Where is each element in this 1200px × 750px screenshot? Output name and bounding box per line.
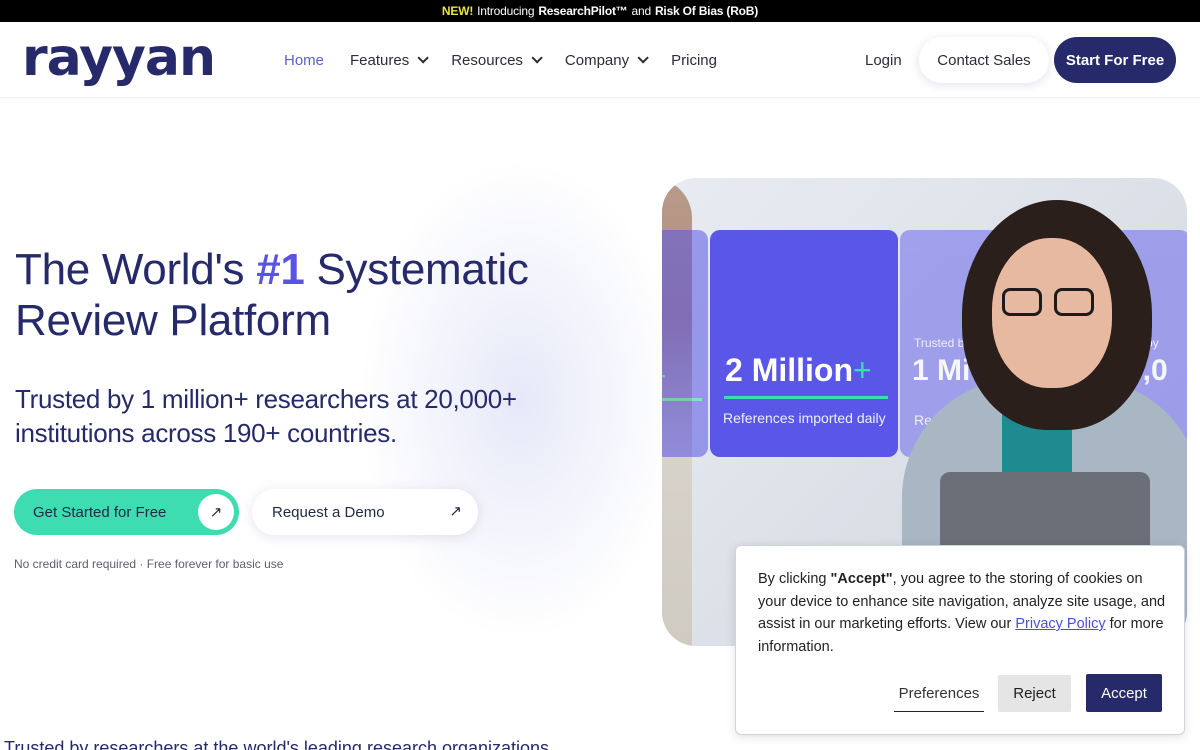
cookie-accept-button[interactable]: Accept	[1086, 674, 1162, 712]
hero-subtitle: Trusted by 1 million+ researchers at 20,…	[15, 384, 517, 448]
cookie-accept-quoted: "Accept"	[830, 571, 893, 587]
nav-home[interactable]: Home	[284, 52, 324, 69]
left-card-plus: +	[662, 358, 667, 395]
site-header: rayyan Home Features Resources Company P…	[0, 22, 1200, 98]
main-stat-number: 2 Million	[725, 352, 853, 388]
arrow-up-right-icon: ↗	[198, 494, 234, 530]
request-demo-label: Request a Demo	[272, 503, 385, 521]
announcement-intro: Introducing	[477, 4, 535, 18]
cookie-text-before: By clicking	[758, 571, 827, 587]
start-for-free-button[interactable]: Start For Free	[1054, 37, 1176, 83]
login-link[interactable]: Login	[865, 52, 902, 69]
chevron-down-icon	[637, 52, 649, 64]
main-stat-value: 2 Million+	[725, 352, 872, 389]
announcement-bar[interactable]: NEW! Introducing ResearchPilot™ and Risk…	[0, 0, 1200, 22]
main-stat-caption: References imported daily	[723, 410, 886, 426]
nav-home-label: Home	[284, 51, 325, 69]
hero-title-line2: Review Platform	[15, 296, 331, 345]
new-badge: NEW!	[441, 4, 474, 18]
page: NEW! Introducing ResearchPilot™ and Risk…	[0, 0, 1200, 750]
rayyan-logo[interactable]: rayyan	[22, 30, 216, 86]
arrow-up-right-icon: ↗	[449, 503, 462, 520]
chevron-down-icon	[531, 52, 543, 64]
glasses-right-lens	[1054, 288, 1094, 316]
nav-company-label: Company	[564, 51, 630, 69]
nav-company[interactable]: Company	[564, 51, 649, 69]
announcement-product-2: Risk Of Bias (RoB)	[654, 4, 759, 18]
main-card-underline	[724, 396, 888, 399]
nav-features[interactable]: Features	[350, 51, 429, 69]
privacy-policy-link[interactable]: Privacy Policy	[1015, 616, 1105, 632]
glasses-left-lens	[1002, 288, 1042, 316]
cookie-text: By clicking "Accept", you agree to the s…	[758, 568, 1168, 658]
nav-resources[interactable]: Resources	[451, 51, 543, 69]
main-stat-plus: +	[853, 352, 872, 388]
hero-note: No credit card required · Free forever f…	[14, 557, 284, 571]
nav-resources-label: Resources	[451, 51, 523, 69]
nav-pricing[interactable]: Pricing	[671, 52, 717, 69]
nav-pricing-label: Pricing	[671, 51, 717, 69]
cookie-preferences-button[interactable]: Preferences	[894, 676, 984, 712]
request-demo-button[interactable]: Request a Demo ↗	[252, 489, 478, 535]
stat-card-left: +	[662, 230, 708, 457]
nav-features-label: Features	[350, 51, 410, 69]
chevron-down-icon	[417, 52, 429, 64]
announcement-product-1: ResearchPilot™	[538, 4, 628, 18]
hero-title-part2: Systematic	[316, 245, 529, 294]
right-card-stat: 1 Mi	[912, 354, 971, 387]
left-card-underline	[662, 398, 702, 401]
get-started-button[interactable]: Get Started for Free ↗	[14, 489, 239, 535]
hero-title: The World's #1 Systematic Review Platfor…	[15, 244, 529, 346]
cookie-reject-button[interactable]: Reject	[998, 675, 1071, 712]
hero-title-part1: The World's	[15, 245, 245, 294]
hero-title-highlight: #1	[256, 245, 305, 294]
get-started-label: Get Started for Free	[33, 503, 167, 521]
cookie-consent-dialog: By clicking "Accept", you agree to the s…	[735, 545, 1185, 735]
announcement-and: and	[631, 4, 652, 18]
stat-card-main: 2 Million+ References imported daily	[710, 230, 898, 457]
trusted-by-heading: Trusted by researchers at the world's le…	[4, 738, 550, 750]
contact-sales-button[interactable]: Contact Sales	[919, 37, 1049, 83]
main-nav: Home Features Resources Company Pricing	[284, 22, 717, 98]
